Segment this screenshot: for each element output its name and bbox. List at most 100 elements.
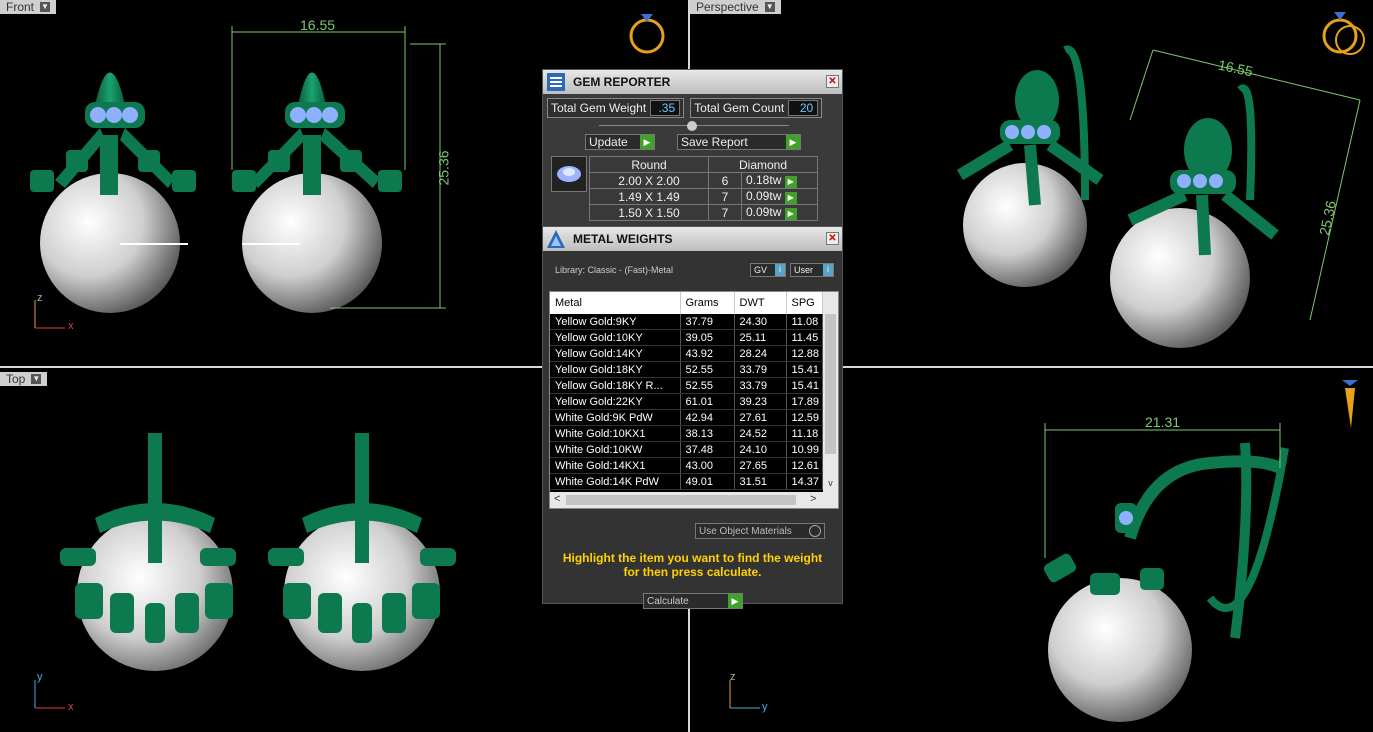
metal-name: Yellow Gold:9KY: [550, 314, 681, 330]
col-spg[interactable]: SPG: [786, 292, 823, 314]
table-row[interactable]: Yellow Gold:18KY 52.55 33.79 15.41: [550, 361, 823, 378]
col-grams[interactable]: Grams: [680, 292, 735, 314]
metal-grams: 49.01: [680, 473, 735, 490]
table-row[interactable]: White Gold:14K PdW 49.01 31.51 14.37: [550, 473, 823, 490]
vertical-scrollbar[interactable]: v: [823, 292, 838, 492]
gem-row[interactable]: 1.50 X 1.50 7 0.09tw ▶: [589, 204, 818, 221]
gem-tw-cell: 0.09tw ▶: [741, 188, 818, 205]
metal-spg: 12.61: [786, 457, 823, 474]
axis-x-label: x: [68, 320, 74, 332]
axis-x-label: x: [68, 701, 74, 713]
table-row[interactable]: White Gold:10KX1 38.13 24.52 11.18: [550, 425, 823, 442]
metal-name: Yellow Gold:18KY R...: [550, 377, 681, 394]
gem-count: 7: [708, 188, 742, 205]
metal-name: Yellow Gold:10KY: [550, 329, 681, 346]
total-gem-count-value: 20: [788, 100, 819, 116]
metal-spg: 11.45: [786, 329, 823, 346]
save-report-button[interactable]: Save Report ▶: [677, 134, 801, 150]
metal-dwt: 33.79: [734, 361, 787, 378]
dimension-width: 21.31: [1145, 414, 1181, 430]
metal-weights-titlebar[interactable]: METAL WEIGHTS ✕: [543, 227, 842, 251]
calculate-button-label: Calculate: [647, 595, 689, 607]
table-row[interactable]: White Gold:14KX1 43.00 27.65 12.61: [550, 457, 823, 474]
scrollbar-thumb[interactable]: [825, 314, 836, 454]
play-icon[interactable]: ▶: [784, 192, 797, 204]
metal-name: Yellow Gold:22KY: [550, 393, 681, 410]
metal-spg: 17.89: [786, 393, 823, 410]
table-row[interactable]: Yellow Gold:22KY 61.01 39.23 17.89: [550, 393, 823, 410]
gem-row[interactable]: 2.00 X 2.00 6 0.18tw ▶: [589, 172, 818, 189]
table-row[interactable]: White Gold:9K PdW 42.94 27.61 12.59: [550, 409, 823, 426]
calculate-button[interactable]: Calculate ▶: [643, 593, 743, 609]
use-object-materials-toggle[interactable]: Use Object Materials: [695, 523, 825, 539]
update-button-label: Update: [589, 135, 628, 149]
gem-reporter-panel: GEM REPORTER ✕ Total Gem Weight .35 Tota…: [542, 69, 843, 229]
metal-dwt: 24.52: [734, 425, 787, 442]
metal-grams: 61.01: [680, 393, 735, 410]
gem-tw: 0.09tw: [746, 189, 782, 203]
round-gem-icon: [551, 156, 587, 192]
table-row[interactable]: Yellow Gold:10KY 39.05 25.11 11.45: [550, 329, 823, 346]
metal-spg: 12.59: [786, 409, 823, 426]
col-metal[interactable]: Metal: [550, 292, 681, 314]
metal-table-container[interactable]: Metal Grams DWT SPG Yellow Gold:9KY 37.79…: [549, 291, 839, 509]
save-report-button-label: Save Report: [681, 135, 748, 149]
axis-z-label: z: [37, 292, 43, 304]
chevron-right-icon[interactable]: >: [810, 493, 816, 505]
metal-grams: 43.92: [680, 345, 735, 362]
close-icon[interactable]: ✕: [826, 75, 839, 88]
slider[interactable]: [599, 121, 789, 131]
axis-y-label: y: [37, 671, 43, 683]
radio-icon: [809, 525, 821, 537]
gem-tw: 0.18tw: [746, 173, 782, 187]
metal-dwt: 28.24: [734, 345, 787, 362]
metal-name: White Gold:14K PdW: [550, 473, 681, 490]
close-icon[interactable]: ✕: [826, 232, 839, 245]
axis-y-label: y: [762, 701, 768, 713]
table-row[interactable]: Yellow Gold:14KY 43.92 28.24 12.88: [550, 345, 823, 362]
gem-size: 1.49 X 1.49: [589, 188, 709, 205]
metal-dwt: 25.11: [734, 329, 787, 346]
total-gem-weight: Total Gem Weight .35: [547, 98, 685, 118]
total-gem-weight-label: Total Gem Weight: [551, 101, 647, 115]
dimension-height: 25.36: [435, 150, 452, 186]
gem-table: Round Diamond 2.00 X 2.00 6 0.18tw ▶ 1.4…: [589, 156, 818, 221]
table-row[interactable]: White Gold:10KW 37.48 24.10 10.99: [550, 441, 823, 458]
gem-row[interactable]: 1.49 X 1.49 7 0.09tw ▶: [589, 188, 818, 205]
scrollbar-thumb[interactable]: [566, 495, 796, 505]
slider-handle[interactable]: [687, 121, 697, 131]
user-label: User: [794, 265, 814, 275]
horizontal-scrollbar[interactable]: < >: [550, 492, 838, 508]
gem-count: 7: [708, 204, 742, 221]
total-gem-weight-value: .35: [650, 100, 681, 116]
table-row[interactable]: Yellow Gold:18KY R... 52.55 33.79 15.41: [550, 377, 823, 394]
chevron-left-icon[interactable]: <: [554, 493, 560, 505]
metal-name: Yellow Gold:14KY: [550, 345, 681, 362]
instruction-text: Highlight the item you want to find the …: [562, 551, 823, 579]
metal-name: White Gold:14KX1: [550, 457, 681, 474]
table-row[interactable]: Yellow Gold:9KY 37.79 24.30 11.08: [550, 314, 823, 330]
gem-reporter-titlebar[interactable]: GEM REPORTER ✕: [543, 70, 842, 94]
metal-name: White Gold:10KX1: [550, 425, 681, 442]
gem-report-icon: [545, 71, 567, 93]
gv-button[interactable]: GV i: [750, 263, 786, 277]
gem-reporter-title: GEM REPORTER: [573, 75, 671, 89]
metal-dwt: 27.61: [734, 409, 787, 426]
col-dwt[interactable]: DWT: [734, 292, 787, 314]
metal-weights-title: METAL WEIGHTS: [573, 232, 673, 246]
gem-tw-cell: 0.09tw ▶: [741, 204, 818, 221]
metal-spg: 15.41: [786, 361, 823, 378]
play-icon[interactable]: ▶: [784, 208, 797, 220]
ring-icon: [629, 18, 665, 54]
play-icon[interactable]: ▶: [784, 176, 797, 188]
metal-grams: 38.13: [680, 425, 735, 442]
metal-grams: 52.55: [680, 361, 735, 378]
play-icon: ▶: [728, 594, 742, 608]
metal-table: Metal Grams DWT SPG Yellow Gold:9KY 37.79…: [550, 292, 823, 490]
pendant-icon: [1345, 388, 1355, 428]
metal-name: Yellow Gold:18KY: [550, 361, 681, 378]
total-gem-count-label: Total Gem Count: [694, 101, 785, 115]
chevron-down-icon[interactable]: v: [823, 478, 838, 492]
user-button[interactable]: User i: [790, 263, 834, 277]
update-button[interactable]: Update ▶: [585, 134, 655, 150]
